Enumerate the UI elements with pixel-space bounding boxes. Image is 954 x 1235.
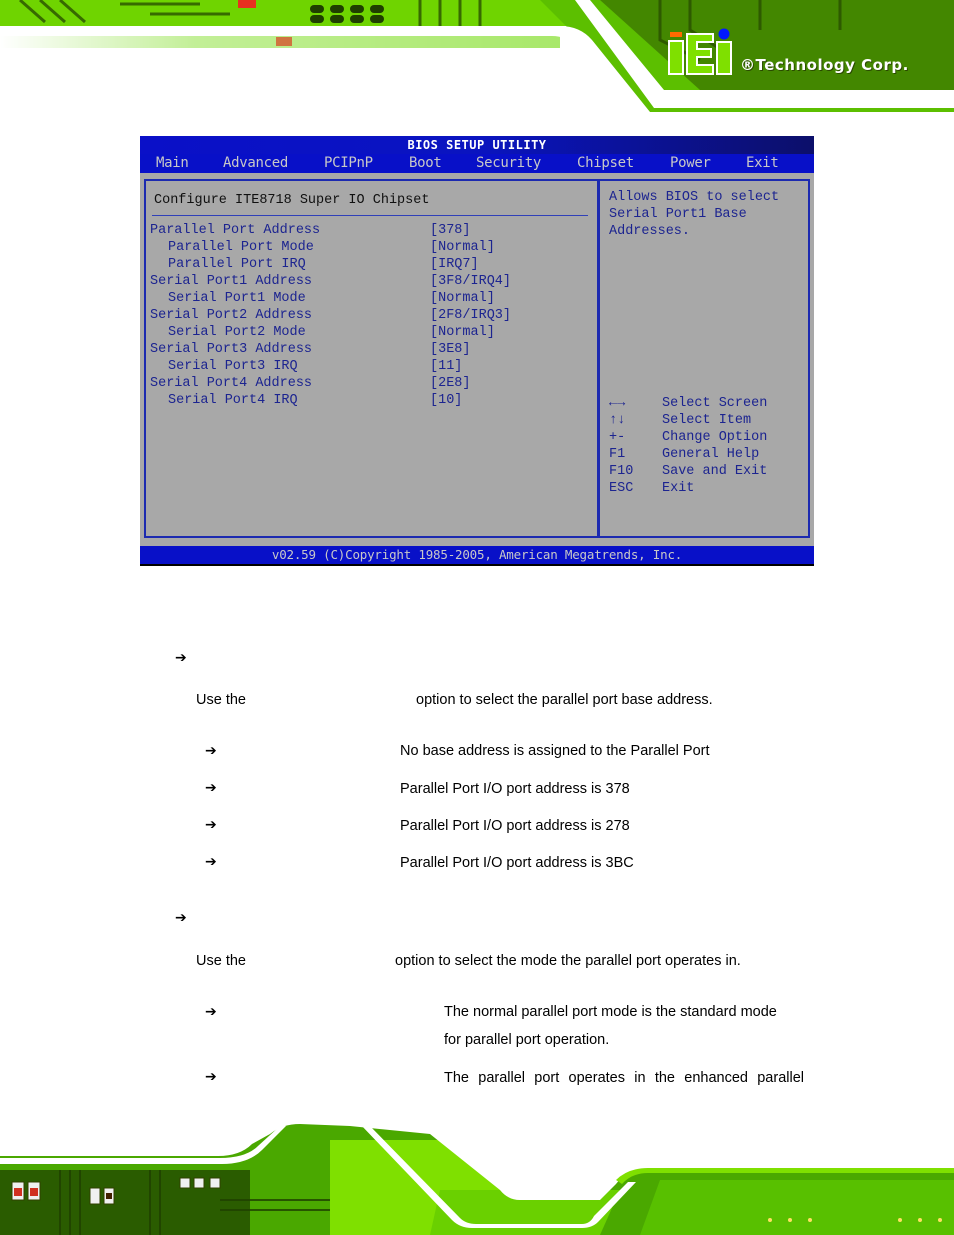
option-description: Parallel Port I/O port address is 278 <box>400 818 630 834</box>
document-body: ➔ Use the option to select the parallel … <box>0 0 954 1235</box>
arrow-bullet-icon: ➔ <box>205 1069 217 1085</box>
arrow-bullet-icon: ➔ <box>205 780 217 796</box>
intro-text-start: Use the <box>196 692 246 708</box>
intro-text-end: option to select the parallel port base … <box>416 692 713 708</box>
option-description: The parallel port operates in the enhanc… <box>444 1070 804 1086</box>
arrow-bullet-icon: ➔ <box>175 650 187 666</box>
arrow-bullet-icon: ➔ <box>205 854 217 870</box>
option-description: Parallel Port I/O port address is 3BC <box>400 855 634 871</box>
arrow-bullet-icon: ➔ <box>205 817 217 833</box>
pcb-footer-graphic <box>0 1124 954 1235</box>
arrow-bullet-icon: ➔ <box>205 1004 217 1020</box>
arrow-bullet-icon: ➔ <box>205 743 217 759</box>
arrow-bullet-icon: ➔ <box>175 910 187 926</box>
option-description: The normal parallel port mode is the sta… <box>444 1004 777 1020</box>
intro-text-end: option to select the mode the parallel p… <box>395 953 741 969</box>
page-footer-banner <box>0 1110 954 1235</box>
option-description: No base address is assigned to the Paral… <box>400 743 710 759</box>
option-description: Parallel Port I/O port address is 378 <box>400 781 630 797</box>
intro-text-start: Use the <box>196 953 246 969</box>
option-description-continued: for parallel port operation. <box>444 1032 610 1048</box>
